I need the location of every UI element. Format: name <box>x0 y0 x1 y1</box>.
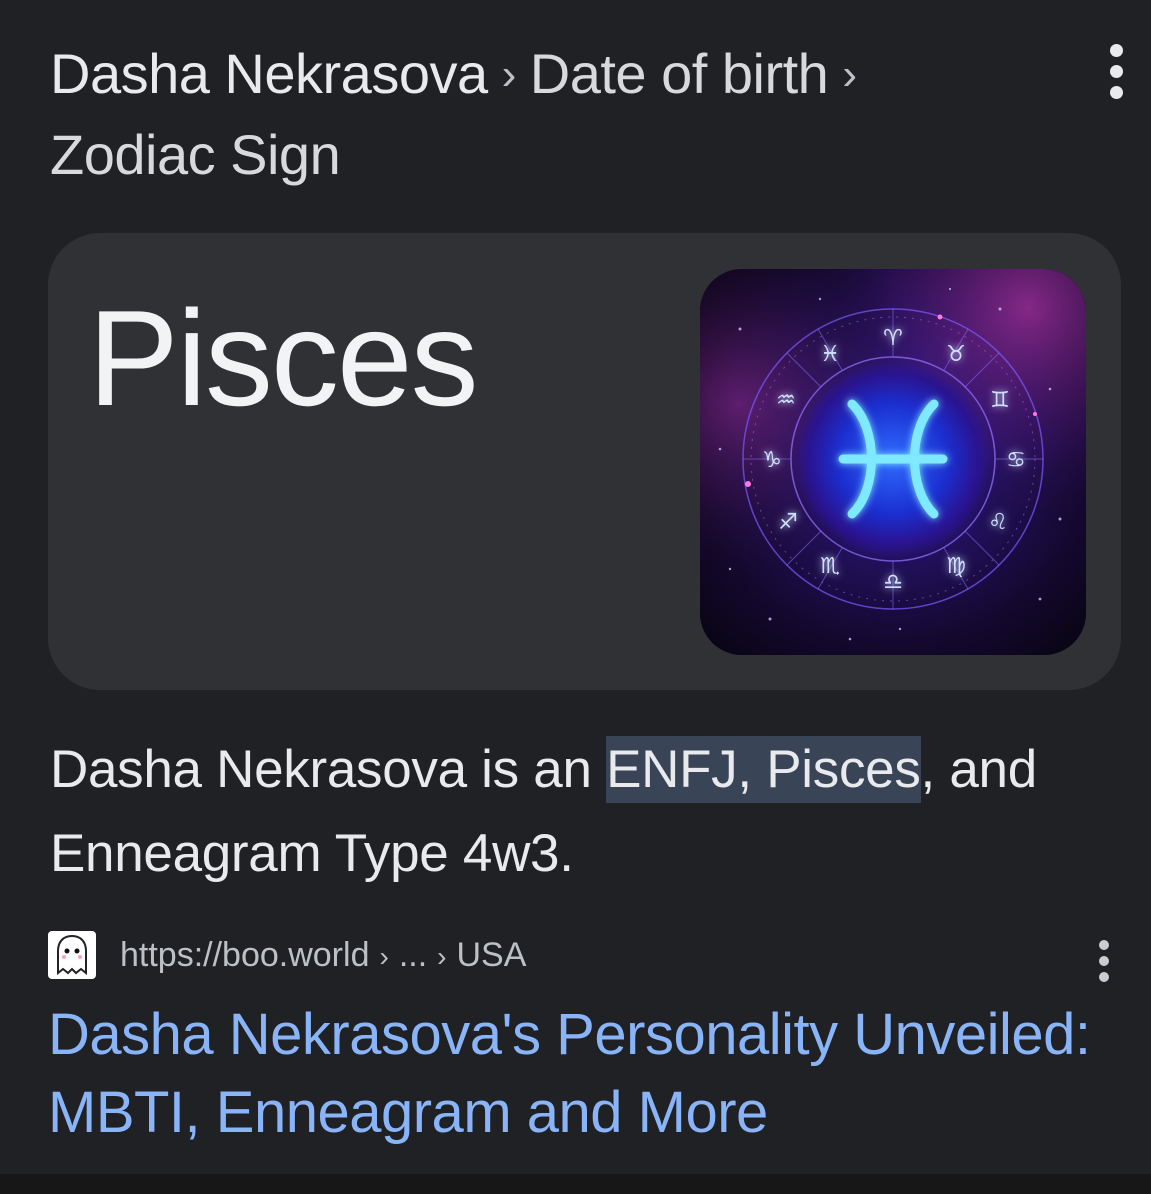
svg-text:♋: ♋ <box>1006 448 1026 473</box>
pisces-zodiac-wheel-icon[interactable]: ♓ ♈ ♉ ♊ ♋ ♌ ♍ ♎ ♏ ♐ ♑ ♒ <box>700 269 1086 655</box>
result-title-link[interactable]: Dasha Nekrasova's Personality Unveiled: … <box>48 996 1108 1152</box>
description-text: Dasha Nekrasova is an <box>50 740 607 799</box>
highlighted-answer: ENFJ, Pisces <box>606 736 921 803</box>
svg-text:♌: ♌ <box>988 510 1008 535</box>
answer-title: Pisces <box>88 282 479 434</box>
breadcrumb-item-zodiac-sign[interactable]: Zodiac Sign <box>50 123 341 186</box>
breadcrumb-item-date-of-birth[interactable]: Date of birth <box>530 42 829 105</box>
bottom-divider <box>0 1174 1151 1194</box>
more-options-icon[interactable] <box>1096 44 1136 99</box>
svg-text:♏: ♏ <box>820 554 840 579</box>
svg-text:♊: ♊ <box>990 388 1010 413</box>
svg-text:♍: ♍ <box>946 554 966 579</box>
result-more-options-icon[interactable] <box>1084 940 1124 982</box>
breadcrumb: Dasha Nekrasova › Date of birth › Zodiac Sig… <box>50 36 1040 193</box>
source-row[interactable]: https://boo.world ›... › USA <box>48 930 526 980</box>
svg-text:♒: ♒ <box>776 388 796 413</box>
search-result-page: Dasha Nekrasova › Date of birth › Zodiac Sig… <box>0 0 1151 1194</box>
svg-text:♎: ♎ <box>883 570 903 595</box>
svg-text:♓: ♓ <box>820 342 840 367</box>
svg-text:♐: ♐ <box>778 510 798 535</box>
breadcrumb-item-person[interactable]: Dasha Nekrasova <box>50 42 488 105</box>
breadcrumb-separator: › <box>842 50 857 99</box>
svg-text:♉: ♉ <box>946 342 966 367</box>
svg-text:♑: ♑ <box>762 448 782 473</box>
ghost-icon <box>48 931 96 979</box>
svg-text:♈: ♈ <box>883 326 903 351</box>
breadcrumb-separator: › <box>501 50 517 99</box>
answer-description: Dasha Nekrasova is an ENFJ, Pisces, and … <box>50 728 1110 896</box>
source-url[interactable]: https://boo.world ›... › USA <box>120 936 526 975</box>
answer-card: Pisces ♓ ♈ ♉ ♊ ♋ ♌ ♍ ♎ ♏ ♐ ♑ ♒ <box>48 233 1121 690</box>
